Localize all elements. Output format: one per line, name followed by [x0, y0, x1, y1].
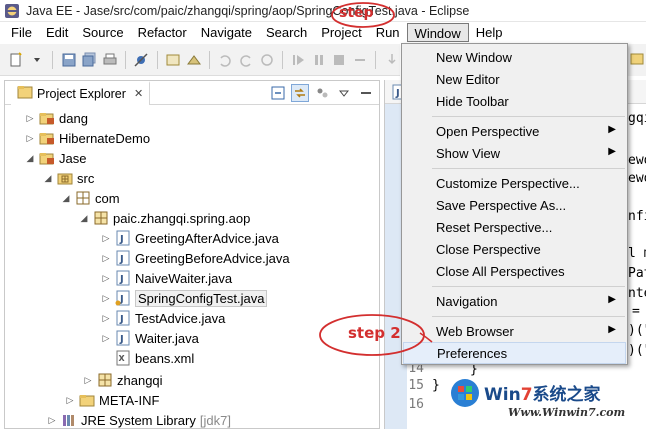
windows-logo-icon: [450, 378, 480, 412]
step2-label: step 2: [348, 324, 401, 342]
watermark-brand-prefix: Win: [484, 385, 521, 405]
annotation-overlay: [319, 2, 433, 356]
watermark-brand-suffix: 系统之家: [532, 385, 601, 405]
watermark: Win7系统之家 Www.Winwin7.com: [450, 376, 644, 428]
watermark-brand-digit: 7: [520, 385, 533, 405]
watermark-url: Www.Winwin7.com: [508, 406, 626, 419]
step1-label: step: [339, 5, 374, 21]
